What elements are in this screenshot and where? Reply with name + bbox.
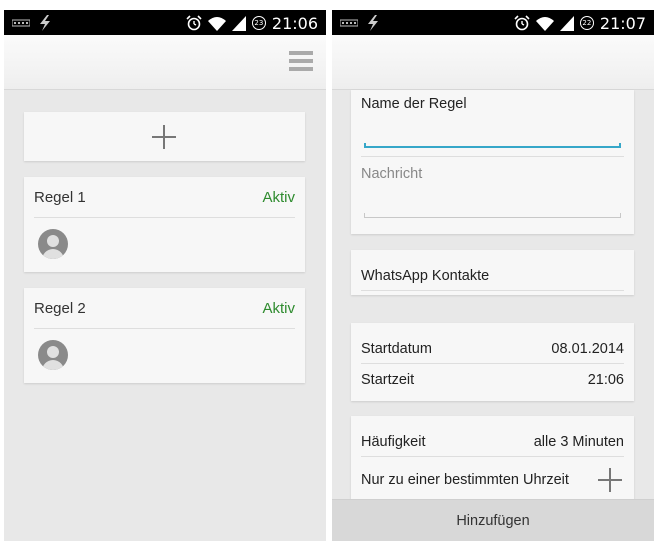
plus-icon xyxy=(152,125,176,149)
rule-status: Aktiv xyxy=(262,300,295,317)
message-label: Nachricht xyxy=(361,166,423,182)
rule-status: Aktiv xyxy=(262,189,295,206)
divider xyxy=(361,290,624,291)
alarm-icon xyxy=(514,15,530,31)
divider xyxy=(34,328,295,329)
rule-form-card: Name der Regel Nachricht xyxy=(351,90,634,234)
specific-time-label: Nur zu einer bestimmten Uhrzeit xyxy=(361,472,569,488)
clock: 21:06 xyxy=(271,13,318,33)
new-rule-screen: 22 21:07 Name der Regel Nachricht WhatsA… xyxy=(332,10,654,541)
action-bar xyxy=(4,35,326,90)
divider xyxy=(34,217,295,218)
rules-list-screen: 23 21:06 Regel 1 Aktiv Regel 2 Aktiv xyxy=(4,10,326,541)
signal-icon xyxy=(559,15,574,31)
notification-count-badge: 23 xyxy=(251,16,266,30)
divider xyxy=(361,363,624,364)
start-date-value[interactable]: 08.01.2014 xyxy=(551,341,624,357)
lightning-icon xyxy=(40,15,50,31)
alarm-icon xyxy=(186,15,202,31)
rule-name: Regel 2 xyxy=(34,300,86,317)
rule-name-label: Name der Regel xyxy=(361,96,467,112)
message-input[interactable] xyxy=(364,213,621,218)
add-rule-button[interactable] xyxy=(24,112,305,161)
lightning-icon xyxy=(368,15,378,31)
status-bar: 23 21:06 xyxy=(4,10,326,35)
frequency-card: Häufigkeit alle 3 Minuten Nur zu einer b… xyxy=(351,416,634,511)
add-time-plus-icon[interactable] xyxy=(598,468,622,492)
action-bar xyxy=(332,35,654,90)
wifi-icon xyxy=(207,16,226,31)
menu-icon[interactable] xyxy=(289,51,313,71)
rule-card[interactable]: Regel 1 Aktiv xyxy=(24,177,305,272)
start-time-value[interactable]: 21:06 xyxy=(588,372,624,388)
wifi-icon xyxy=(535,16,554,31)
frequency-value[interactable]: alle 3 Minuten xyxy=(534,434,624,450)
start-time-label: Startzeit xyxy=(361,372,415,388)
schedule-card: Startdatum 08.01.2014 Startzeit 21:06 xyxy=(351,323,634,401)
start-date-label: Startdatum xyxy=(361,341,432,357)
add-rule-submit-button[interactable]: Hinzufügen xyxy=(332,499,654,541)
divider xyxy=(361,456,624,457)
status-bar: 22 21:07 xyxy=(332,10,654,35)
signal-icon xyxy=(231,15,246,31)
notification-count-badge: 22 xyxy=(579,16,594,30)
contact-avatar-icon xyxy=(38,340,68,370)
divider xyxy=(361,156,624,157)
keyboard-icon xyxy=(340,19,358,27)
frequency-label: Häufigkeit xyxy=(361,434,426,450)
rule-name: Regel 1 xyxy=(34,189,86,206)
whatsapp-contacts-button[interactable]: WhatsApp Kontakte xyxy=(351,250,634,295)
keyboard-icon xyxy=(12,19,30,27)
contacts-label: WhatsApp Kontakte xyxy=(361,268,490,284)
rule-card[interactable]: Regel 2 Aktiv xyxy=(24,288,305,383)
contact-avatar-icon xyxy=(38,229,68,259)
rule-name-input[interactable] xyxy=(364,143,621,148)
clock: 21:07 xyxy=(599,13,646,33)
